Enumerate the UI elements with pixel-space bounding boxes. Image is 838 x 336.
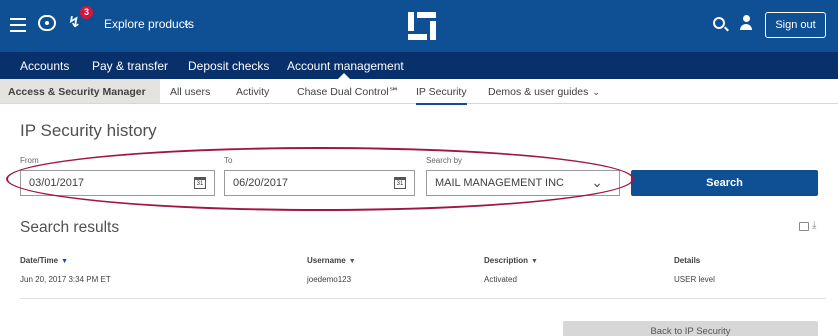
column-header-label: Description	[484, 256, 529, 265]
chase-logo[interactable]	[408, 12, 436, 40]
print-icon[interactable]	[799, 222, 809, 231]
tab-access-security-manager[interactable]: Access & Security Manager	[0, 79, 160, 103]
chevron-down-icon: ⌄	[591, 174, 603, 190]
tab-chase-dual-control[interactable]: Chase Dual Control℠	[297, 86, 399, 98]
search-by-value: MAIL MANAGEMENT INC	[435, 177, 564, 189]
back-to-ip-security-button[interactable]: Back to IP Security	[563, 321, 818, 336]
calendar-icon[interactable]: 31	[194, 177, 206, 189]
secondary-nav: Access & Security Manager All users Acti…	[0, 79, 838, 105]
from-date-value: 03/01/2017	[29, 177, 85, 189]
download-icon[interactable]: ⤓	[812, 220, 816, 231]
hamburger-menu-icon[interactable]	[10, 18, 26, 32]
cell-datetime: Jun 20, 2017 3:34 PM ET	[20, 275, 111, 284]
from-date-field[interactable]: 03/01/2017 31	[20, 170, 215, 196]
sort-down-icon: ▼	[61, 258, 69, 265]
column-header-details: Details	[674, 256, 701, 265]
column-header-label: Date/Time	[20, 256, 59, 265]
column-header-username[interactable]: Username ▼	[307, 256, 356, 265]
tab-ip-security[interactable]: IP Security	[416, 86, 467, 105]
search-by-select[interactable]: MAIL MANAGEMENT INC ⌄	[426, 170, 620, 196]
from-label: From	[20, 156, 39, 165]
search-by-label: Search by	[426, 156, 463, 165]
nav-item-accounts[interactable]: Accounts	[20, 59, 69, 73]
primary-nav: Accounts Pay & transfer Deposit checks A…	[0, 52, 838, 79]
chat-icon[interactable]	[38, 15, 56, 31]
chevron-down-icon[interactable]: ⌄	[182, 16, 191, 29]
top-bar: ↯ 3 Explore products ⌄ Sign out	[0, 0, 838, 52]
cell-username: joedemo123	[307, 275, 352, 284]
tab-all-users[interactable]: All users	[170, 86, 210, 98]
column-header-description[interactable]: Description ▼	[484, 256, 538, 265]
tab-activity[interactable]: Activity	[236, 86, 269, 98]
explore-products-link[interactable]: Explore products	[104, 17, 194, 31]
column-header-label: Username	[307, 256, 346, 265]
row-divider	[20, 298, 826, 299]
user-profile-icon[interactable]	[740, 15, 752, 33]
nav-item-pay-transfer[interactable]: Pay & transfer	[92, 59, 168, 73]
to-label: To	[224, 156, 233, 165]
sort-down-icon: ▼	[531, 258, 538, 265]
cell-description: Activated	[484, 275, 517, 284]
page-title: IP Security history	[20, 121, 157, 140]
to-date-field[interactable]: 06/20/2017 31	[224, 170, 415, 196]
search-button[interactable]: Search	[631, 170, 818, 196]
tab-demos-user-guides[interactable]: Demos & user guides ⌄	[488, 86, 600, 98]
search-icon[interactable]	[713, 17, 725, 29]
notification-badge: 3	[80, 6, 93, 19]
calendar-icon[interactable]: 31	[394, 177, 406, 189]
chevron-down-icon: ⌄	[592, 87, 600, 97]
nav-item-account-management[interactable]: Account management	[287, 59, 404, 73]
cell-details: USER level	[674, 275, 715, 284]
results-title: Search results	[20, 219, 120, 236]
column-header-datetime[interactable]: Date/Time ▼	[20, 256, 68, 265]
to-date-value: 06/20/2017	[233, 177, 289, 189]
sign-out-button[interactable]: Sign out	[765, 12, 826, 38]
sort-down-icon: ▼	[348, 258, 356, 265]
nav-item-deposit-checks[interactable]: Deposit checks	[188, 59, 269, 73]
tab-demos-label: Demos & user guides	[488, 86, 589, 98]
